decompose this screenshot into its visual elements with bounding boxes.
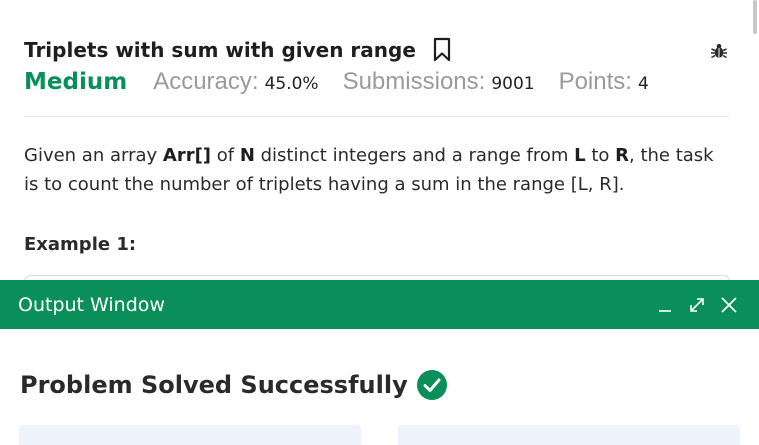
description-text: of [211,145,240,166]
window-controls [655,295,739,315]
output-window: Output Window Problem Solved Successfull… [0,280,759,445]
submissions-value: 9001 [491,74,535,94]
problem-page: Triplets with sum with given range Mediu… [0,0,759,445]
bookmark-icon[interactable] [432,37,452,63]
problem-description: Given an array Arr[] of N distinct integ… [24,141,724,199]
result-card-left [19,425,361,445]
description-bold: R [615,145,629,166]
title-row: Triplets with sum with given range [24,30,452,70]
problem-header: Triplets with sum with given range Mediu… [24,30,729,117]
problem-meta: Medium Accuracy: 45.0% Submissions: 9001… [24,68,673,102]
output-window-header: Output Window [0,280,759,329]
points-value: 4 [637,74,649,94]
expand-icon[interactable] [687,295,707,315]
description-bold: L [574,145,586,166]
output-window-title: Output Window [18,293,165,316]
accuracy-label: Accuracy: [153,68,259,95]
points-label: Points: [558,68,632,95]
minimize-icon[interactable] [655,295,675,315]
problem-title: Triplets with sum with given range [24,38,416,62]
result-message: Problem Solved Successfully [20,371,408,399]
description-bold: N [239,145,255,166]
close-icon[interactable] [719,295,739,315]
description-text: Given an array [24,145,163,166]
description-bold: Arr[] [162,145,212,166]
description-text: distinct integers and a range from [254,145,575,166]
accuracy-value: 45.0% [264,74,319,94]
description-text: to [585,145,616,166]
submissions-label: Submissions: [342,68,486,95]
result-card-right [398,425,740,445]
result-row: Problem Solved Successfully [20,369,448,401]
check-circle-icon [416,369,448,401]
example-heading: Example 1: [24,234,137,255]
bug-icon[interactable] [709,41,729,61]
difficulty-badge: Medium [24,69,128,95]
scrollbar-thumb[interactable] [753,0,757,34]
